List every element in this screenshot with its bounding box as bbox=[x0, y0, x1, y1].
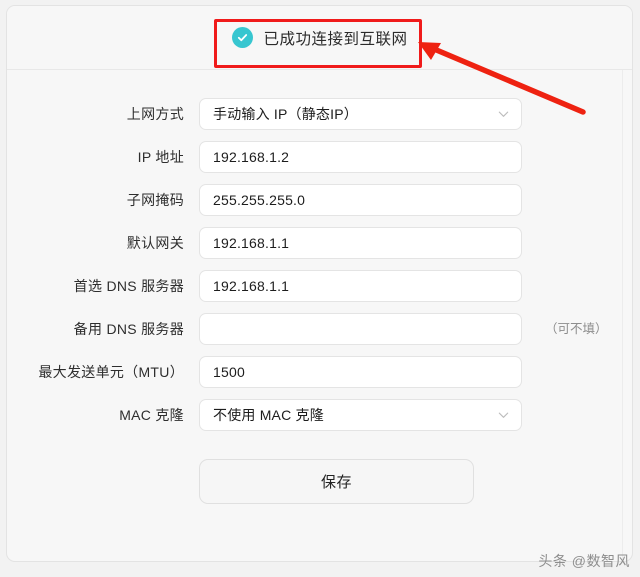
field-wrap-ip-address: 192.168.1.2 bbox=[199, 141, 522, 173]
form-row-primary-dns: 首选 DNS 服务器 192.168.1.1 bbox=[7, 270, 632, 313]
check-circle-icon bbox=[231, 27, 253, 48]
connection-type-value: 手动输入 IP（静态IP） bbox=[213, 106, 358, 122]
default-gateway-input[interactable]: 192.168.1.1 bbox=[199, 227, 522, 259]
mac-clone-value: 不使用 MAC 克隆 bbox=[213, 407, 324, 423]
form-row-mtu: 最大发送单元（MTU） 1500 bbox=[7, 356, 632, 399]
form-row-mac-clone: MAC 克隆 不使用 MAC 克隆 bbox=[7, 399, 632, 442]
watermark: 头条 @数智风 bbox=[538, 553, 630, 569]
chevron-down-icon bbox=[497, 108, 510, 121]
chevron-down-icon bbox=[497, 409, 510, 422]
form-row-connection-type: 上网方式 手动输入 IP（静态IP） bbox=[7, 98, 632, 141]
subnet-mask-value: 255.255.255.0 bbox=[213, 192, 306, 208]
label-mac-clone: MAC 克隆 bbox=[119, 407, 184, 423]
form-row-default-gateway: 默认网关 192.168.1.1 bbox=[7, 227, 632, 270]
form-row-secondary-dns: 备用 DNS 服务器 （可不填） bbox=[7, 313, 632, 356]
mtu-value: 1500 bbox=[213, 364, 245, 380]
field-wrap-mtu: 1500 bbox=[199, 356, 522, 388]
default-gateway-value: 192.168.1.1 bbox=[213, 235, 290, 251]
ip-address-value: 192.168.1.2 bbox=[213, 149, 290, 165]
primary-dns-input[interactable]: 192.168.1.1 bbox=[199, 270, 522, 302]
ip-address-input[interactable]: 192.168.1.2 bbox=[199, 141, 522, 173]
form-row-subnet-mask: 子网掩码 255.255.255.0 bbox=[7, 184, 632, 227]
mtu-input[interactable]: 1500 bbox=[199, 356, 522, 388]
status-text: 已成功连接到互联网 bbox=[263, 30, 408, 48]
label-default-gateway: 默认网关 bbox=[126, 235, 184, 251]
field-wrap-subnet-mask: 255.255.255.0 bbox=[199, 184, 522, 216]
label-primary-dns: 首选 DNS 服务器 bbox=[73, 278, 184, 294]
field-wrap-secondary-dns: （可不填） bbox=[199, 313, 608, 345]
save-button[interactable]: 保存 bbox=[199, 459, 474, 504]
form-row-ip-address: IP 地址 192.168.1.2 bbox=[7, 141, 632, 184]
connection-status-banner: 已成功连接到互联网 bbox=[7, 6, 632, 70]
primary-dns-value: 192.168.1.1 bbox=[213, 278, 290, 294]
settings-card: 已成功连接到互联网 上网方式 手动输入 IP（静态IP） IP 地址 192.1… bbox=[6, 5, 633, 562]
mac-clone-select[interactable]: 不使用 MAC 克隆 bbox=[199, 399, 522, 431]
field-wrap-connection-type: 手动输入 IP（静态IP） bbox=[199, 98, 522, 130]
subnet-mask-input[interactable]: 255.255.255.0 bbox=[199, 184, 522, 216]
connection-type-select[interactable]: 手动输入 IP（静态IP） bbox=[199, 98, 522, 130]
wan-settings-form: 上网方式 手动输入 IP（静态IP） IP 地址 192.168.1.2 子网掩… bbox=[7, 70, 632, 504]
label-ip-address: IP 地址 bbox=[137, 149, 184, 165]
status-content: 已成功连接到互联网 bbox=[231, 27, 407, 49]
label-mtu: 最大发送单元（MTU） bbox=[38, 364, 184, 380]
label-secondary-dns: 备用 DNS 服务器 bbox=[73, 321, 184, 337]
field-wrap-mac-clone: 不使用 MAC 克隆 bbox=[199, 399, 522, 431]
save-row: 保存 bbox=[7, 459, 632, 504]
secondary-dns-hint: （可不填） bbox=[545, 322, 608, 336]
field-wrap-default-gateway: 192.168.1.1 bbox=[199, 227, 522, 259]
vertical-scrollbar[interactable] bbox=[622, 70, 630, 561]
field-wrap-primary-dns: 192.168.1.1 bbox=[199, 270, 522, 302]
label-connection-type: 上网方式 bbox=[126, 106, 184, 122]
secondary-dns-input[interactable] bbox=[199, 313, 522, 345]
label-subnet-mask: 子网掩码 bbox=[126, 192, 184, 208]
